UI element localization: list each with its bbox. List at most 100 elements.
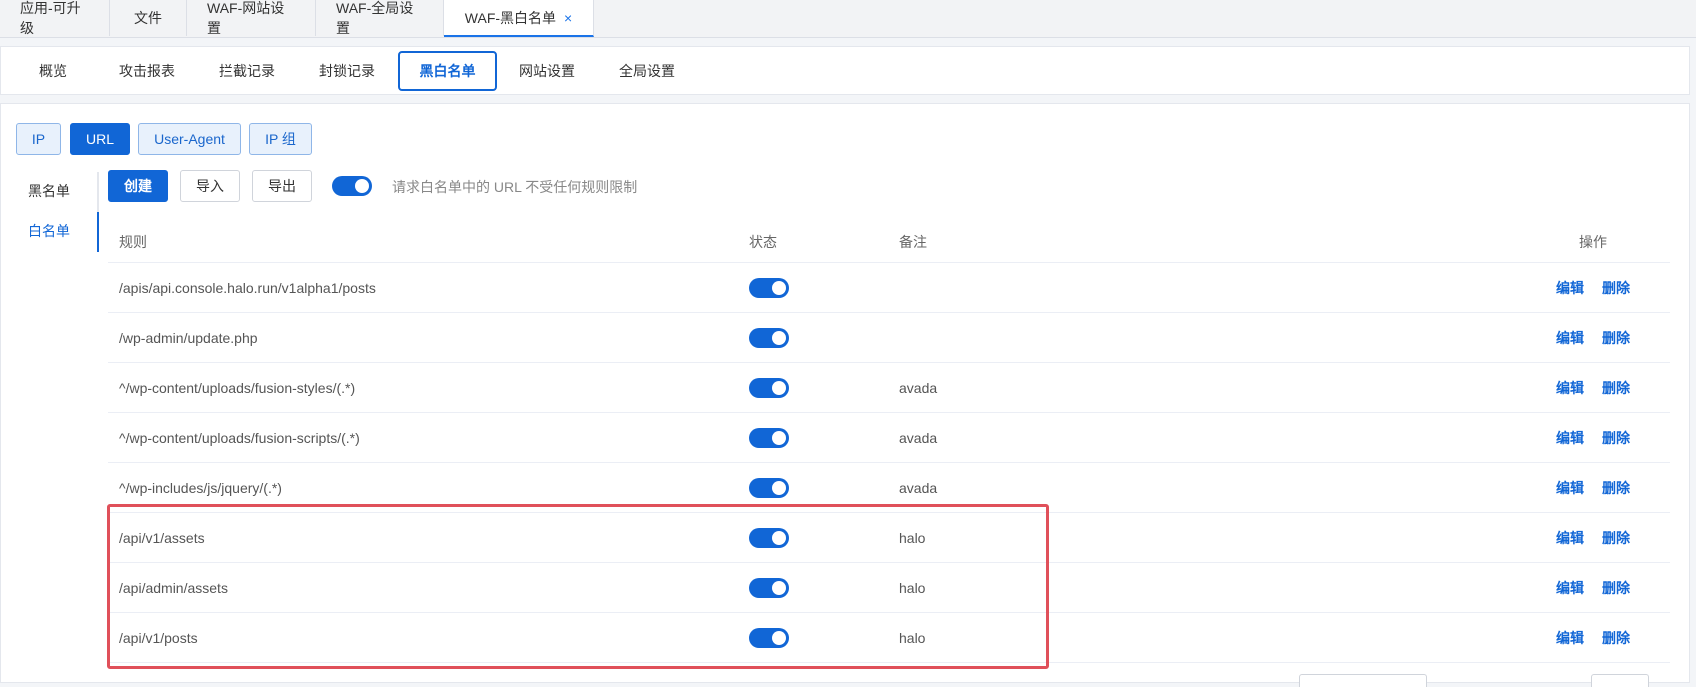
edit-link[interactable]: 编辑	[1556, 428, 1584, 448]
edit-link[interactable]: 编辑	[1556, 528, 1584, 548]
side-item-whitelist[interactable]: 白名单	[1, 213, 97, 249]
actions-cell: 编辑 删除	[1556, 513, 1648, 562]
import-button[interactable]: 导入	[180, 170, 240, 202]
tab-label: 文件	[134, 10, 162, 26]
edit-link[interactable]: 编辑	[1556, 328, 1584, 348]
table-row: /api/admin/assets halo 编辑 删除	[108, 563, 1670, 613]
tab-waf-site-settings[interactable]: WAF-网站设置	[187, 0, 316, 36]
subtab-label: 黑白名单	[419, 63, 476, 79]
side-item-label: 黑名单	[28, 183, 70, 199]
table-row: /api/v1/assets halo 编辑 删除	[108, 513, 1670, 563]
status-cell	[749, 263, 789, 312]
note-cell: avada	[899, 429, 938, 446]
side-active-indicator	[97, 212, 99, 252]
subtab-attack-report[interactable]: 攻击报表	[106, 51, 188, 91]
tab-files[interactable]: 文件	[110, 0, 187, 36]
status-toggle[interactable]	[749, 427, 789, 448]
tab-waf-global-settings[interactable]: WAF-全局设置	[316, 0, 444, 36]
type-label: IP 组	[265, 131, 296, 147]
edit-link[interactable]: 编辑	[1556, 478, 1584, 498]
status-toggle[interactable]	[749, 627, 789, 648]
edit-link[interactable]: 编辑	[1556, 578, 1584, 598]
table-row: /wp-admin/update.php 编辑 删除	[108, 313, 1670, 363]
subtab-block-log[interactable]: 封锁记录	[306, 51, 388, 91]
side-divider	[97, 172, 99, 212]
delete-link[interactable]: 删除	[1602, 628, 1630, 648]
subtab-label: 网站设置	[519, 63, 575, 79]
edit-link[interactable]: 编辑	[1556, 378, 1584, 398]
status-cell	[749, 563, 789, 612]
rule-cell: ^/wp-includes/js/jquery/(.*)	[119, 479, 282, 496]
scrollbar-track	[1690, 46, 1696, 683]
rule-cell: /api/v1/posts	[119, 629, 198, 646]
subtab-overview[interactable]: 概览	[21, 51, 85, 91]
rule-cell: /apis/api.console.halo.run/v1alpha1/post…	[119, 279, 376, 296]
table-row: /apis/api.console.halo.run/v1alpha1/post…	[108, 263, 1670, 313]
delete-link[interactable]: 删除	[1602, 278, 1630, 298]
rule-cell: /api/admin/assets	[119, 579, 228, 596]
status-cell	[749, 363, 789, 412]
type-label: IP	[31, 131, 46, 147]
whitelist-hint-text: 请求白名单中的 URL 不受任何规则限制	[392, 179, 638, 195]
whitelist-table: 规则 状态 备注 操作 /apis/api.console.halo.run/v…	[108, 222, 1670, 663]
side-item-blacklist[interactable]: 黑名单	[1, 173, 97, 209]
type-label: User-Agent	[154, 131, 225, 147]
header-note: 备注	[899, 234, 927, 250]
delete-link[interactable]: 删除	[1602, 428, 1630, 448]
note-cell: halo	[899, 629, 926, 646]
status-toggle[interactable]	[749, 527, 789, 548]
delete-link[interactable]: 删除	[1602, 378, 1630, 398]
pagination-size-select[interactable]	[1299, 674, 1427, 687]
whitelist-enable-toggle[interactable]	[332, 176, 372, 196]
tab-app-upgradable[interactable]: 应用-可升级	[0, 0, 110, 36]
type-url-button[interactable]: URL	[70, 123, 130, 155]
table-header: 规则 状态 备注 操作	[108, 222, 1670, 263]
tab-label: WAF-网站设置	[207, 0, 285, 36]
status-cell	[749, 463, 789, 512]
status-toggle[interactable]	[749, 377, 789, 398]
subtab-intercept-log[interactable]: 拦截记录	[206, 51, 288, 91]
type-label: URL	[85, 131, 114, 147]
button-label: 导出	[268, 178, 296, 194]
actions-cell: 编辑 删除	[1556, 563, 1648, 612]
type-user-agent-button[interactable]: User-Agent	[138, 123, 241, 155]
table-row: /api/v1/posts halo 编辑 删除	[108, 613, 1670, 663]
header-rule: 规则	[119, 234, 147, 250]
button-label: 创建	[124, 178, 152, 194]
table-row: ^/wp-includes/js/jquery/(.*) avada 编辑 删除	[108, 463, 1670, 513]
type-ip-group-button[interactable]: IP 组	[249, 123, 312, 155]
status-toggle[interactable]	[749, 327, 789, 348]
status-cell	[749, 513, 789, 562]
tab-waf-blackwhite-list[interactable]: WAF-黑白名单 ×	[444, 0, 594, 37]
subtab-blackwhite-list[interactable]: 黑白名单	[398, 51, 497, 91]
subtab-global-settings[interactable]: 全局设置	[606, 51, 688, 91]
actions-cell: 编辑 删除	[1556, 463, 1648, 512]
status-cell	[749, 313, 789, 362]
status-toggle[interactable]	[749, 277, 789, 298]
status-toggle[interactable]	[749, 577, 789, 598]
delete-link[interactable]: 删除	[1602, 578, 1630, 598]
delete-link[interactable]: 删除	[1602, 528, 1630, 548]
note-cell: avada	[899, 379, 938, 396]
delete-link[interactable]: 删除	[1602, 478, 1630, 498]
top-tab-bar: 应用-可升级 文件 WAF-网站设置 WAF-全局设置 WAF-黑白名单 ×	[0, 0, 1696, 38]
status-toggle[interactable]	[749, 477, 789, 498]
export-button[interactable]: 导出	[252, 170, 312, 202]
rule-cell: ^/wp-content/uploads/fusion-styles/(.*)	[119, 379, 356, 396]
delete-link[interactable]: 删除	[1602, 328, 1630, 348]
side-item-label: 白名单	[28, 223, 70, 239]
create-button[interactable]: 创建	[108, 170, 168, 202]
subtab-site-settings[interactable]: 网站设置	[506, 51, 588, 91]
actions-cell: 编辑 删除	[1556, 363, 1648, 412]
type-ip-button[interactable]: IP	[16, 123, 61, 155]
close-icon[interactable]: ×	[564, 10, 572, 26]
pagination-jump-input[interactable]	[1591, 674, 1649, 687]
actions-cell: 编辑 删除	[1556, 263, 1648, 312]
tab-label: WAF-黑白名单	[464, 9, 557, 26]
subtab-label: 全局设置	[619, 63, 675, 79]
subtab-label: 拦截记录	[219, 63, 275, 79]
edit-link[interactable]: 编辑	[1556, 278, 1584, 298]
edit-link[interactable]: 编辑	[1556, 628, 1584, 648]
button-label: 导入	[196, 178, 224, 194]
tab-label: 应用-可升级	[20, 0, 81, 36]
